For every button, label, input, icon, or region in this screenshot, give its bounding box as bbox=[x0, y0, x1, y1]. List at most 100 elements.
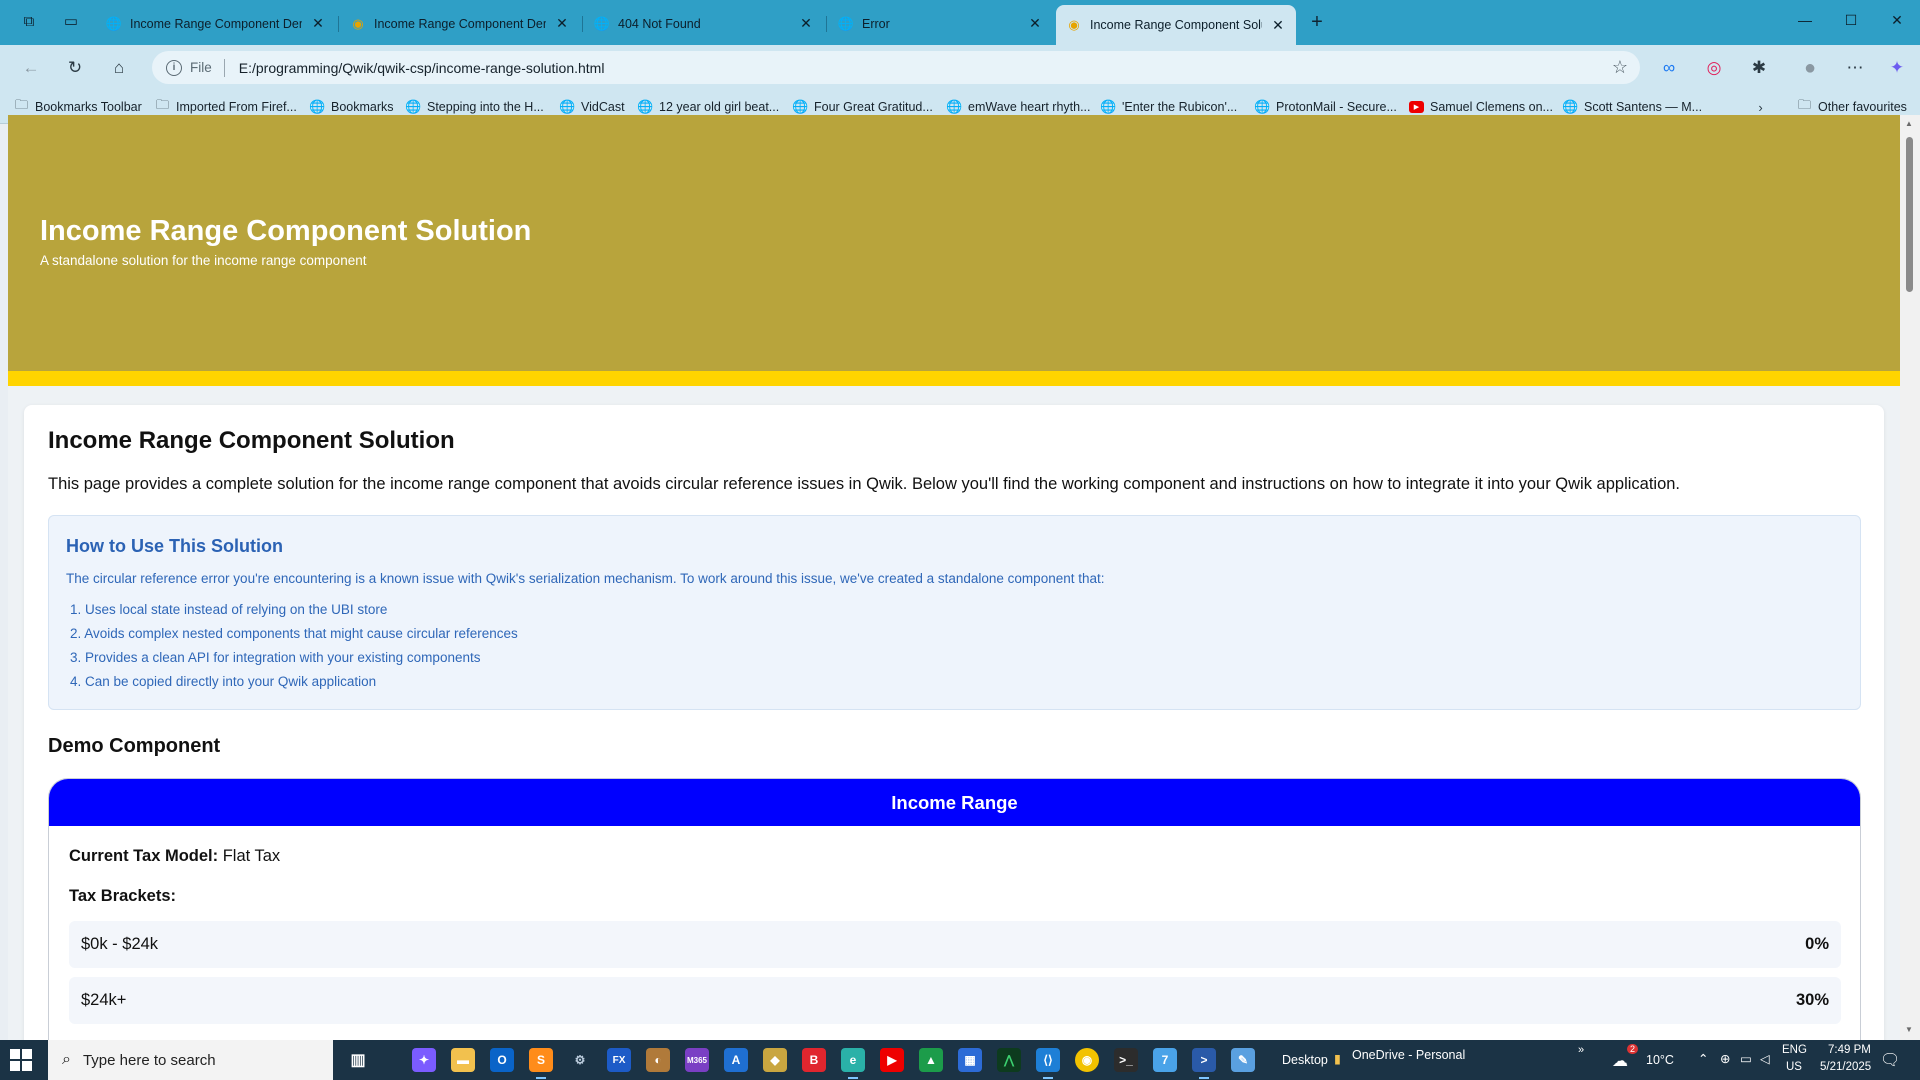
clock-time[interactable]: 7:49 PM bbox=[1828, 1044, 1871, 1056]
bookmark-label: VidCast bbox=[581, 100, 625, 114]
bookmark-four-great-gratitude[interactable]: 🌐 Four Great Gratitud... bbox=[792, 97, 932, 117]
tab-divider bbox=[826, 16, 827, 32]
weather-icon[interactable]: ☁ bbox=[1612, 1051, 1628, 1071]
copilot-app-icon[interactable]: ✦ bbox=[412, 1048, 436, 1072]
bookmark-label: emWave heart rhyth... bbox=[968, 100, 1091, 114]
more-menu-icon[interactable]: ⋯ bbox=[1843, 56, 1867, 80]
onedrive-toolbar-label[interactable]: OneDrive - Personal bbox=[1352, 1048, 1465, 1062]
back-icon[interactable]: ← bbox=[19, 56, 43, 80]
outlook-icon[interactable]: O bbox=[490, 1048, 514, 1072]
extensions-icon[interactable]: ✱ bbox=[1747, 56, 1771, 80]
bookmark-emwave[interactable]: 🌐 emWave heart rhyth... bbox=[946, 97, 1091, 117]
maximize-icon[interactable]: ☐ bbox=[1826, 0, 1876, 40]
new-tab-icon[interactable]: + bbox=[1306, 11, 1328, 33]
language-top[interactable]: ENG bbox=[1782, 1044, 1807, 1056]
weather-temperature[interactable]: 10°C bbox=[1646, 1053, 1674, 1067]
desktop-toolbar-label[interactable]: Desktop bbox=[1282, 1053, 1328, 1067]
globe-icon: 🌐 bbox=[1562, 99, 1579, 114]
meet-now-icon[interactable]: ⊕ bbox=[1720, 1051, 1730, 1066]
calendar-icon[interactable]: 7 bbox=[1153, 1048, 1177, 1072]
close-icon[interactable]: ✕ bbox=[798, 15, 814, 32]
app-icon[interactable]: ⋀ bbox=[997, 1048, 1021, 1072]
settings-gear-icon[interactable]: ⚙ bbox=[568, 1048, 592, 1072]
profile-avatar-icon[interactable]: ● bbox=[1798, 56, 1822, 80]
sublime-text-icon[interactable]: S bbox=[529, 1048, 553, 1079]
bookmark-scott-santens[interactable]: 🌐 Scott Santens — M... bbox=[1562, 97, 1702, 117]
chart-app-icon[interactable]: ▲ bbox=[919, 1048, 943, 1072]
address-url[interactable]: E:/programming/Qwik/qwik-csp/income-rang… bbox=[239, 60, 605, 76]
info-icon[interactable]: i bbox=[166, 59, 182, 76]
bookmark-imported-from-firefox[interactable]: 🗀 Imported From Firef... bbox=[155, 97, 297, 117]
favorite-star-icon[interactable]: ☆ bbox=[1612, 57, 1628, 78]
microsoft-store-icon[interactable]: ▦ bbox=[958, 1048, 982, 1072]
how-to-use-box: How to Use This Solution The circular re… bbox=[48, 515, 1861, 710]
copilot-icon[interactable]: ✦ bbox=[1885, 56, 1909, 80]
close-window-icon[interactable]: ✕ bbox=[1872, 0, 1920, 40]
bookmark-12-year-old-girl[interactable]: 🌐 12 year old girl beat... bbox=[637, 97, 780, 117]
network-icon[interactable]: ▭ bbox=[1740, 1051, 1752, 1066]
close-icon[interactable]: ✕ bbox=[1270, 17, 1286, 34]
bookmarks-overflow-chevron-icon[interactable]: › bbox=[1753, 97, 1768, 117]
globe-icon: 🌐 bbox=[637, 99, 654, 114]
refresh-icon[interactable]: ↻ bbox=[63, 56, 87, 80]
close-icon[interactable]: ✕ bbox=[1027, 15, 1043, 32]
app-store-icon[interactable]: A bbox=[724, 1048, 748, 1072]
bookmark-bookmarks-toolbar[interactable]: 🗀 Bookmarks Toolbar bbox=[14, 97, 142, 117]
windows-start-icon[interactable] bbox=[10, 1049, 32, 1071]
bookmark-label: Imported From Firef... bbox=[176, 100, 297, 114]
file-explorer-icon[interactable]: ▬ bbox=[451, 1048, 475, 1072]
task-view-icon[interactable]: ▥ bbox=[346, 1048, 370, 1072]
language-bottom[interactable]: US bbox=[1786, 1061, 1802, 1073]
powershell-icon[interactable]: > bbox=[1192, 1048, 1216, 1079]
minimize-icon[interactable]: — bbox=[1780, 0, 1830, 40]
hero-stripe bbox=[8, 371, 1900, 386]
page-scrollbar[interactable]: ▲ ▼ bbox=[1900, 115, 1920, 1040]
extension-infinity-icon[interactable]: ∞ bbox=[1657, 56, 1681, 80]
volume-icon[interactable]: ◁ bbox=[1760, 1051, 1770, 1066]
bookmark-label: 12 year old girl beat... bbox=[659, 100, 780, 114]
bookmark-other-favourites[interactable]: 🗀 Other favourites bbox=[1797, 97, 1907, 117]
tab-title: Error bbox=[862, 16, 890, 31]
qwik-icon: ◉ bbox=[1068, 17, 1080, 32]
close-icon[interactable]: ✕ bbox=[554, 15, 570, 32]
app-icon[interactable]: ◐ bbox=[646, 1048, 670, 1072]
tab-divider bbox=[338, 16, 339, 32]
m365-icon[interactable]: M365 bbox=[685, 1048, 709, 1072]
brave-icon[interactable]: B bbox=[802, 1048, 826, 1072]
extension-record-icon[interactable]: ◎ bbox=[1702, 56, 1726, 80]
bookmark-samuel-clemens[interactable]: ▶ Samuel Clemens on... bbox=[1409, 97, 1553, 117]
tax-model-label: Current Tax Model: bbox=[69, 847, 219, 865]
tab-income-range-solution[interactable]: ◉ Income Range Component Soluti ✕ bbox=[1056, 5, 1296, 45]
toolbar-overflow-icon[interactable]: » bbox=[1578, 1044, 1584, 1056]
scroll-up-icon[interactable]: ▲ bbox=[1905, 119, 1913, 128]
clock-date[interactable]: 5/21/2025 bbox=[1820, 1061, 1871, 1073]
youtube-icon[interactable]: ▶ bbox=[880, 1048, 904, 1072]
chrome-icon[interactable]: ◉ bbox=[1075, 1048, 1099, 1072]
notepad-icon[interactable]: ✎ bbox=[1231, 1048, 1255, 1072]
address-bar[interactable]: i File E:/programming/Qwik/qwik-csp/inco… bbox=[152, 51, 1640, 84]
bookmark-enter-the-rubicon[interactable]: 🌐 'Enter the Rubicon'... bbox=[1100, 97, 1237, 117]
list-item: 1. Uses local state instead of relying o… bbox=[70, 602, 388, 617]
terminal-icon[interactable]: >_ bbox=[1114, 1048, 1138, 1072]
scroll-down-icon[interactable]: ▼ bbox=[1905, 1025, 1913, 1034]
close-icon[interactable]: ✕ bbox=[310, 15, 326, 32]
tab-404-not-found[interactable]: 🌐 404 Not Found ✕ bbox=[584, 6, 824, 41]
vscode-icon[interactable]: ⟨⟩ bbox=[1036, 1048, 1060, 1079]
tab-error[interactable]: 🌐 Error ✕ bbox=[828, 6, 1053, 41]
fx-icon[interactable]: FX bbox=[607, 1048, 631, 1072]
bookmark-stepping-into[interactable]: 🌐 Stepping into the H... bbox=[405, 97, 543, 117]
chevron-up-icon[interactable]: ⌃ bbox=[1698, 1051, 1708, 1066]
app-icon[interactable]: ◆ bbox=[763, 1048, 787, 1072]
home-icon[interactable]: ⌂ bbox=[107, 56, 131, 80]
tab-actions-icon[interactable]: ▭ bbox=[60, 11, 82, 33]
bookmark-vidcast[interactable]: 🌐 VidCast bbox=[559, 97, 625, 117]
bookmark-protonmail[interactable]: 🌐 ProtonMail - Secure... bbox=[1254, 97, 1396, 117]
tab-income-range-demo-2[interactable]: ◉ Income Range Component Demo ✕ bbox=[340, 6, 580, 41]
workspaces-icon[interactable]: ⧉ bbox=[18, 11, 40, 33]
notifications-icon[interactable]: 🗨 bbox=[1880, 1050, 1900, 1070]
tab-income-range-demo-1[interactable]: 🌐 Income Range Component Demo ✕ bbox=[96, 6, 336, 41]
edge-icon[interactable]: e bbox=[841, 1048, 865, 1079]
scrollbar-thumb[interactable] bbox=[1906, 137, 1913, 292]
taskbar-search-input[interactable]: ⌕ Type here to search bbox=[48, 1040, 333, 1080]
bookmark-bookmarks[interactable]: 🌐 Bookmarks bbox=[309, 97, 393, 117]
